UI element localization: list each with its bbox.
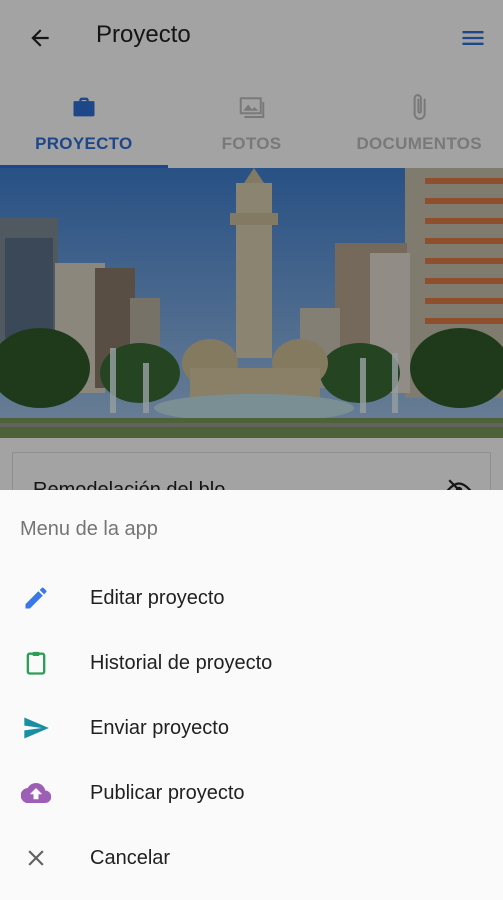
menu-item-editar-proyecto[interactable]: Editar proyecto <box>0 568 503 628</box>
menu-item-publicar-proyecto[interactable]: Publicar proyecto <box>0 763 503 823</box>
pencil-icon <box>20 582 52 614</box>
bottom-sheet-menu: Menu de la app Editar proyecto Historial… <box>0 490 503 900</box>
close-icon <box>20 842 52 874</box>
menu-item-label: Cancelar <box>90 846 171 869</box>
menu-item-enviar-proyecto[interactable]: Enviar proyecto <box>0 698 503 758</box>
clipboard-icon <box>20 647 52 679</box>
menu-item-label: Editar proyecto <box>90 586 225 609</box>
cloud-upload-icon <box>20 777 52 809</box>
sheet-title: Menu de la app <box>20 518 158 540</box>
menu-item-historial-proyecto[interactable]: Historial de proyecto <box>0 633 503 693</box>
send-icon <box>20 712 52 744</box>
menu-item-label: Historial de proyecto <box>90 651 273 674</box>
menu-item-cancelar[interactable]: Cancelar <box>0 828 503 888</box>
menu-item-label: Publicar proyecto <box>90 781 245 804</box>
menu-item-label: Enviar proyecto <box>90 716 229 739</box>
